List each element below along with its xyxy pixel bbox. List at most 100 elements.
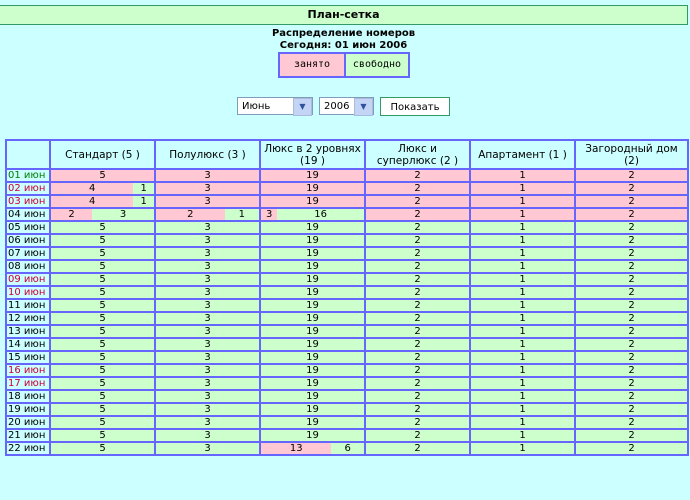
availability-cell[interactable]: 19 xyxy=(259,311,366,326)
availability-cell[interactable]: 3 xyxy=(154,324,261,339)
availability-cell[interactable]: 2 xyxy=(364,363,471,378)
availability-cell[interactable]: 2 xyxy=(574,337,689,352)
availability-cell[interactable]: 3 xyxy=(154,233,261,248)
availability-cell[interactable]: 13 6 xyxy=(259,441,366,456)
availability-cell[interactable]: 2 xyxy=(364,324,471,339)
availability-cell[interactable]: 1 xyxy=(469,350,576,365)
availability-cell[interactable]: 2 xyxy=(574,168,689,183)
availability-cell[interactable]: 2 xyxy=(574,376,689,391)
availability-cell[interactable]: 5 xyxy=(49,272,156,287)
availability-cell[interactable]: 2 xyxy=(574,363,689,378)
availability-cell[interactable]: 5 xyxy=(49,337,156,352)
availability-cell[interactable]: 3 16 xyxy=(259,207,366,222)
show-button[interactable]: Показать xyxy=(380,97,450,116)
availability-cell[interactable]: 1 xyxy=(469,220,576,235)
availability-cell[interactable]: 2 xyxy=(364,337,471,352)
availability-cell[interactable]: 1 xyxy=(469,376,576,391)
availability-cell[interactable]: 2 xyxy=(574,324,689,339)
availability-cell[interactable]: 3 xyxy=(154,246,261,261)
availability-cell[interactable]: 3 xyxy=(154,363,261,378)
availability-cell[interactable]: 3 xyxy=(154,285,261,300)
availability-cell[interactable]: 19 xyxy=(259,259,366,274)
availability-cell[interactable]: 3 xyxy=(154,337,261,352)
availability-cell[interactable]: 3 xyxy=(154,441,261,456)
availability-cell[interactable]: 5 xyxy=(49,389,156,404)
availability-cell[interactable]: 5 xyxy=(49,441,156,456)
availability-cell[interactable]: 19 xyxy=(259,194,366,209)
availability-cell[interactable]: 3 xyxy=(154,415,261,430)
availability-cell[interactable]: 2 xyxy=(364,311,471,326)
availability-cell[interactable]: 3 xyxy=(154,376,261,391)
availability-cell[interactable]: 5 xyxy=(49,246,156,261)
availability-cell[interactable]: 19 xyxy=(259,285,366,300)
availability-cell[interactable]: 5 xyxy=(49,311,156,326)
availability-cell[interactable]: 1 xyxy=(469,389,576,404)
availability-cell[interactable]: 5 xyxy=(49,259,156,274)
availability-cell[interactable]: 2 xyxy=(574,428,689,443)
availability-cell[interactable]: 2 xyxy=(574,311,689,326)
availability-cell[interactable]: 2 xyxy=(574,194,689,209)
availability-cell[interactable]: 3 xyxy=(154,389,261,404)
availability-cell[interactable]: 5 xyxy=(49,233,156,248)
chevron-down-icon[interactable]: ▼ xyxy=(354,98,373,116)
month-select[interactable]: Июнь ▼ xyxy=(237,97,313,116)
availability-cell[interactable]: 1 xyxy=(469,272,576,287)
availability-cell[interactable]: 2 xyxy=(574,207,689,222)
availability-cell[interactable]: 5 xyxy=(49,363,156,378)
availability-cell[interactable]: 2 xyxy=(364,207,471,222)
availability-cell[interactable]: 2 xyxy=(364,220,471,235)
availability-cell[interactable]: 5 xyxy=(49,428,156,443)
availability-cell[interactable]: 1 xyxy=(469,181,576,196)
availability-cell[interactable]: 5 xyxy=(49,220,156,235)
availability-cell[interactable]: 19 xyxy=(259,350,366,365)
availability-cell[interactable]: 1 xyxy=(469,441,576,456)
availability-cell[interactable]: 1 xyxy=(469,415,576,430)
availability-cell[interactable]: 3 xyxy=(154,298,261,313)
availability-cell[interactable]: 2 xyxy=(364,428,471,443)
availability-cell[interactable]: 1 xyxy=(469,324,576,339)
availability-cell[interactable]: 1 xyxy=(469,207,576,222)
availability-cell[interactable]: 19 xyxy=(259,298,366,313)
availability-cell[interactable]: 19 xyxy=(259,389,366,404)
availability-cell[interactable]: 3 xyxy=(154,181,261,196)
availability-cell[interactable]: 1 xyxy=(469,363,576,378)
availability-cell[interactable]: 5 xyxy=(49,402,156,417)
availability-cell[interactable]: 2 xyxy=(364,285,471,300)
availability-cell[interactable]: 1 xyxy=(469,194,576,209)
availability-cell[interactable]: 21 xyxy=(154,207,261,222)
availability-cell[interactable]: 2 xyxy=(574,298,689,313)
availability-cell[interactable]: 19 xyxy=(259,428,366,443)
availability-cell[interactable]: 19 xyxy=(259,324,366,339)
availability-cell[interactable]: 2 xyxy=(364,441,471,456)
availability-cell[interactable]: 3 xyxy=(154,272,261,287)
availability-cell[interactable]: 2 xyxy=(574,246,689,261)
availability-cell[interactable]: 2 xyxy=(574,272,689,287)
availability-cell[interactable]: 2 xyxy=(364,168,471,183)
availability-cell[interactable]: 19 xyxy=(259,337,366,352)
availability-cell[interactable]: 3 xyxy=(154,259,261,274)
availability-cell[interactable]: 1 xyxy=(469,233,576,248)
availability-cell[interactable]: 2 xyxy=(574,181,689,196)
availability-cell[interactable]: 1 xyxy=(469,285,576,300)
availability-cell[interactable]: 19 xyxy=(259,272,366,287)
availability-cell[interactable]: 19 xyxy=(259,376,366,391)
availability-cell[interactable]: 2 xyxy=(364,194,471,209)
availability-cell[interactable]: 2 xyxy=(574,415,689,430)
availability-cell[interactable]: 2 xyxy=(574,402,689,417)
availability-cell[interactable]: 5 xyxy=(49,415,156,430)
availability-cell[interactable]: 2 xyxy=(574,220,689,235)
availability-cell[interactable]: 19 xyxy=(259,220,366,235)
availability-cell[interactable]: 3 xyxy=(154,311,261,326)
availability-cell[interactable]: 23 xyxy=(49,207,156,222)
availability-cell[interactable]: 1 xyxy=(469,402,576,417)
availability-cell[interactable]: 2 xyxy=(364,233,471,248)
availability-cell[interactable]: 19 xyxy=(259,233,366,248)
availability-cell[interactable]: 3 xyxy=(154,350,261,365)
availability-cell[interactable]: 19 xyxy=(259,402,366,417)
availability-cell[interactable]: 2 xyxy=(574,350,689,365)
availability-cell[interactable]: 41 xyxy=(49,181,156,196)
availability-cell[interactable]: 19 xyxy=(259,181,366,196)
availability-cell[interactable]: 2 xyxy=(364,402,471,417)
availability-cell[interactable]: 2 xyxy=(574,389,689,404)
availability-cell[interactable]: 1 xyxy=(469,168,576,183)
